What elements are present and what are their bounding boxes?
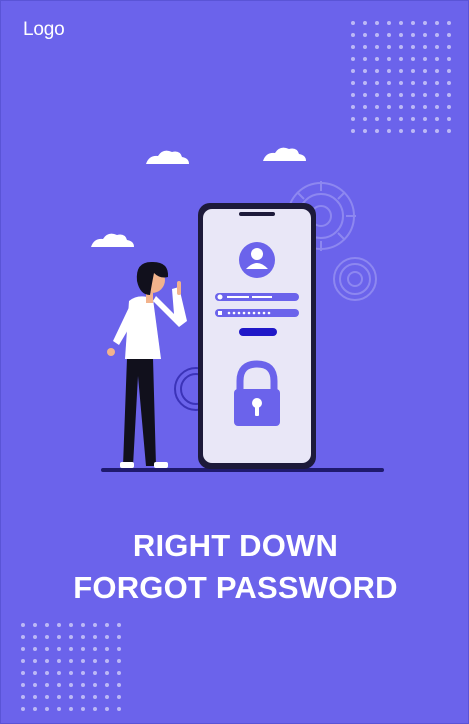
phone-device xyxy=(198,203,316,469)
cloud-icon xyxy=(263,147,306,161)
headline-line-1: RIGHT DOWN xyxy=(132,528,339,563)
splash-screen: Logo RIGHT DOWN FORGOT PASSWORD xyxy=(0,0,469,724)
login-button-graphic xyxy=(239,328,277,336)
password-field-graphic xyxy=(215,309,299,317)
headline-line-2: FORGOT PASSWORD xyxy=(73,570,398,605)
cloud-icon xyxy=(146,150,189,164)
page-headline: RIGHT DOWN FORGOT PASSWORD xyxy=(1,525,468,609)
user-avatar-icon xyxy=(239,242,275,278)
gear-icon xyxy=(333,257,377,301)
woman-figure xyxy=(107,261,187,468)
forgot-password-illustration xyxy=(91,147,384,472)
cloud-icon xyxy=(91,233,134,247)
